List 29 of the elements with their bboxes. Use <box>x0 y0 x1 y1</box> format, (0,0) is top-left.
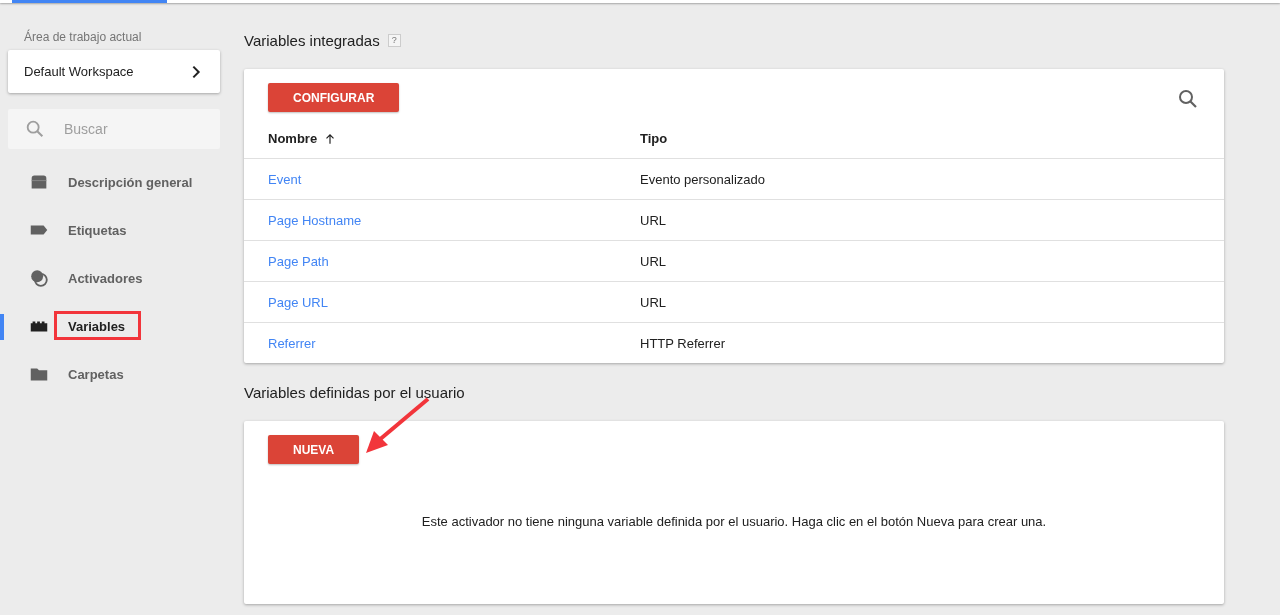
nav-item[interactable]: Etiquetas <box>8 206 220 254</box>
table-cell-text: URL <box>640 253 667 269</box>
table-cell-text: HTTP Referrer <box>640 335 726 351</box>
variable-link[interactable]: Event <box>268 171 302 187</box>
column-header[interactable]: Tipo <box>640 131 1224 146</box>
table-cell-text: URL <box>640 294 667 310</box>
nav-item[interactable]: Descripción general <box>8 158 220 206</box>
search-input[interactable]: Buscar <box>64 109 220 149</box>
nav-item[interactable]: Activadores <box>8 254 220 302</box>
search-field[interactable]: Buscar <box>8 109 220 149</box>
section-title: Variables definidas por el usuario <box>244 383 465 401</box>
section-title: Variables integradas <box>244 31 380 49</box>
empty-message: Este activador no tiene ninguna variable definida por el usuario. Haga clic en el botón Nueva para crear una. <box>420 514 1048 529</box>
help-button[interactable]: ? <box>387 33 401 47</box>
variable-link[interactable]: Page URL <box>268 294 328 310</box>
table-cell-text: URL <box>640 212 667 228</box>
table-cell-text: Evento personalizado <box>640 171 767 187</box>
workspace-name: Default Workspace <box>24 64 134 79</box>
workspace-selector[interactable]: Default Workspace <box>8 50 220 93</box>
overlapping-circles-icon <box>28 267 50 289</box>
new-button[interactable]: NUEVA <box>268 435 360 464</box>
variable-link[interactable]: Page Hostname <box>268 212 362 228</box>
workspace-label: Área de trabajo actual <box>24 30 143 44</box>
variable-link[interactable]: Page Path <box>268 253 329 269</box>
nav-item[interactable]: Carpetas <box>8 350 220 398</box>
configure-button[interactable]: CONFIGURAR <box>268 83 400 112</box>
search-icon <box>24 118 46 140</box>
variable-link[interactable]: Referrer <box>268 335 316 351</box>
column-header[interactable]: Nombre <box>268 131 640 146</box>
